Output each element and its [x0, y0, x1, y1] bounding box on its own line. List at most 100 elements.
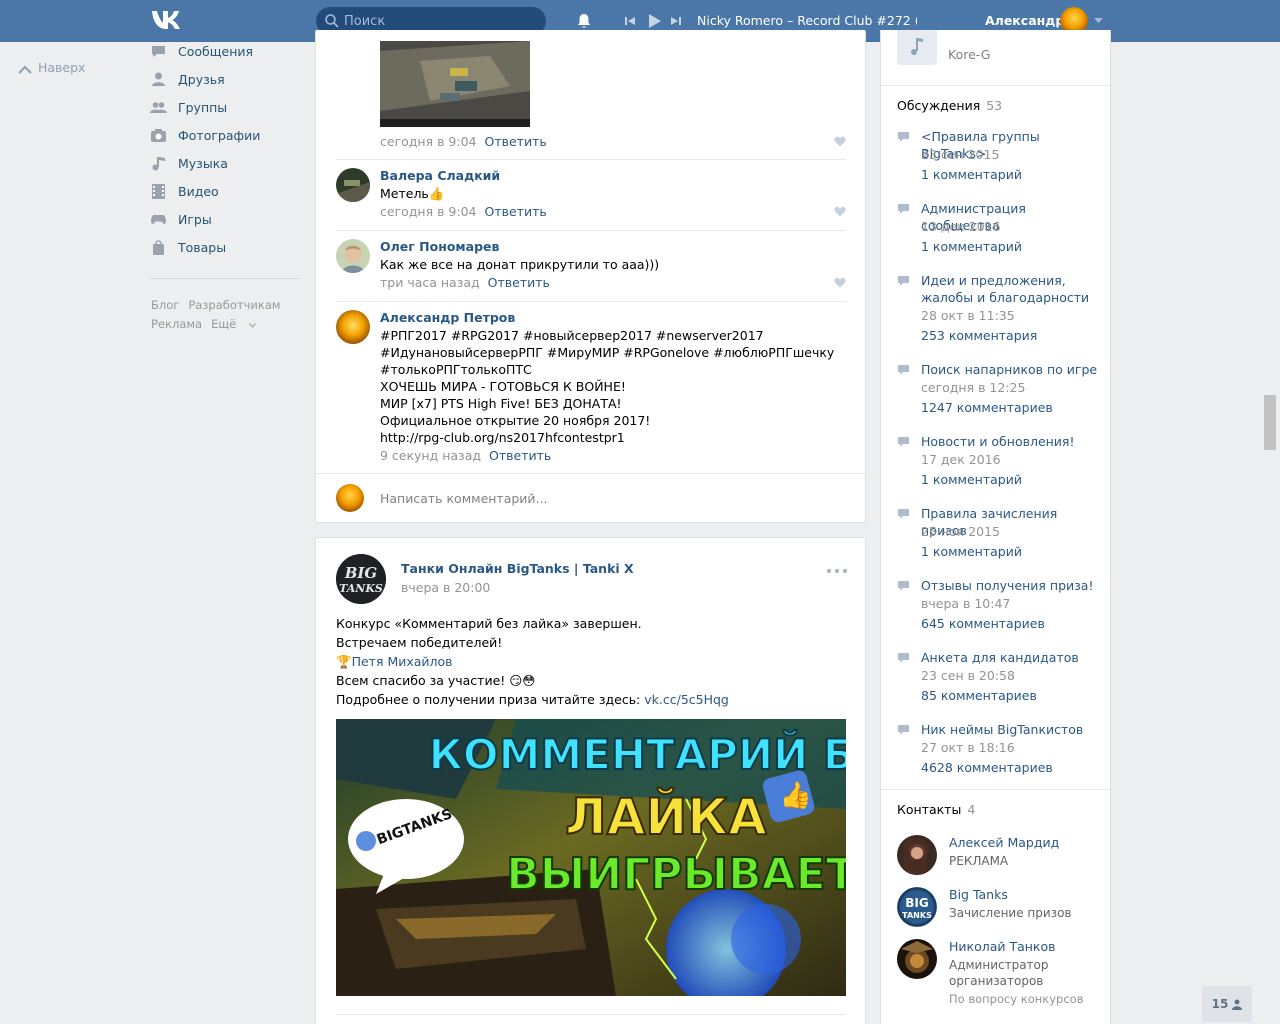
- contact-note: По вопросу конкурсов: [949, 992, 1084, 1006]
- reply-link[interactable]: Ответить: [488, 275, 550, 290]
- contacts-header[interactable]: Контакты 4: [897, 802, 975, 817]
- contact-name[interactable]: Николай Танков: [949, 939, 1056, 954]
- topic-title: Ник неймы BigTanкистов: [921, 722, 1084, 737]
- commenter-avatar[interactable]: [336, 239, 370, 273]
- left-navigation: Сообщения Друзья Группы Фотографии Музык…: [150, 40, 300, 261]
- discussion-topic[interactable]: Идеи и предложения, жалобы и благодарнос…: [897, 272, 1097, 350]
- discussion-topic[interactable]: Отзывы получения приза! вчера в 10:47 64…: [897, 577, 1097, 637]
- nav-item-groups[interactable]: Группы: [150, 93, 300, 121]
- reply-link[interactable]: Ответить: [485, 134, 547, 149]
- reply-link[interactable]: Ответить: [485, 204, 547, 219]
- post-author[interactable]: Танки Онлайн BigTanks | Tanki X: [401, 561, 634, 576]
- my-avatar: [336, 484, 364, 512]
- nav-item-video[interactable]: Видео: [150, 177, 300, 205]
- post-winner-line: 🏆Петя Михайлов: [336, 652, 846, 671]
- nav-item-photos[interactable]: Фотографии: [150, 121, 300, 149]
- like-heart-icon[interactable]: [834, 136, 846, 147]
- discussion-bubble-icon: [898, 365, 909, 375]
- trophy-icon: 🏆: [336, 654, 352, 669]
- post-time[interactable]: вчера в 20:00: [401, 580, 490, 595]
- discussion-topic[interactable]: Анкета для кандидатов 23 сен в 20:58 85 …: [897, 649, 1097, 709]
- more-options-icon[interactable]: [826, 568, 848, 574]
- discussion-topic[interactable]: <Правила группы BigTanks> 23 сен 2015 1 …: [897, 128, 1097, 188]
- audio-item[interactable]: Kore-G: [897, 30, 1097, 70]
- comment-meta: 9 секунд назад Ответить: [380, 448, 551, 463]
- comment-separator: [336, 301, 846, 302]
- comment-item: Олег Пономарев Как же все на донат прикр…: [336, 239, 846, 299]
- comment-input[interactable]: Написать комментарий...: [380, 491, 547, 506]
- vk-logo[interactable]: [150, 9, 186, 33]
- contact-avatar[interactable]: [897, 835, 937, 875]
- nav-item-goods[interactable]: Товары: [150, 233, 300, 261]
- more-link[interactable]: Ещё: [211, 317, 256, 331]
- post-line: Подробнее о получении приза читайте здес…: [336, 690, 846, 709]
- discussion-topic[interactable]: Правила зачисления призов 25 ноя 2015 1 …: [897, 505, 1097, 565]
- shopping-bag-icon: [153, 239, 164, 255]
- nav-item-games[interactable]: Игры: [150, 205, 300, 233]
- topic-title: Идеи и предложения, жалобы и благодарнос…: [921, 273, 1090, 305]
- post-link[interactable]: vk.cc/5c5Hqg: [644, 692, 729, 707]
- page-scrollbar-thumb[interactable]: [1264, 395, 1276, 450]
- chevron-down-icon[interactable]: [1094, 18, 1103, 24]
- group-avatar-text: TANKS: [339, 582, 383, 595]
- online-friends-badge[interactable]: 15: [1202, 986, 1252, 1022]
- back-to-top-link[interactable]: Наверх: [18, 60, 85, 75]
- comment-line: #ИдунановыйсерверРПГ #МируМИР #RPGonelov…: [380, 345, 835, 360]
- commenter-name[interactable]: Валера Сладкий: [380, 168, 500, 183]
- group-avatar[interactable]: BIG TANKS: [336, 554, 386, 604]
- nav-divider: [151, 278, 300, 279]
- commenter-name[interactable]: Олег Пономарев: [380, 239, 499, 254]
- developers-link[interactable]: Разработчикам: [188, 298, 280, 312]
- comment-text: Метель👍: [380, 186, 445, 201]
- notifications-bell-icon[interactable]: [575, 12, 593, 30]
- nav-item-friends[interactable]: Друзья: [150, 65, 300, 93]
- comment-line: Официальное открытие 20 ноября 2017!: [380, 413, 651, 428]
- contact-item[interactable]: Алексей Мардид РЕКЛАМА: [897, 835, 1107, 877]
- comment-time: три часа назад: [380, 275, 480, 290]
- contact-avatar[interactable]: BIG TANKS: [897, 887, 937, 927]
- discussion-topic[interactable]: Новости и обновления! 17 дек 2016 1 комм…: [897, 433, 1097, 493]
- comment-time: 9 секунд назад: [380, 448, 482, 463]
- comment-time: сегодня в 9:04: [380, 134, 477, 149]
- commenter-avatar[interactable]: [336, 168, 370, 202]
- discussions-header[interactable]: Обсуждения 53: [897, 98, 1002, 113]
- discussion-topic[interactable]: Администрация сообщества 13 дек 2016 1 к…: [897, 200, 1097, 260]
- game-screenshot-picture: [380, 41, 530, 127]
- reply-link[interactable]: Ответить: [489, 448, 551, 463]
- now-playing-title[interactable]: Nicky Romero – Record Club #272 (...: [697, 13, 917, 28]
- contact-avatar[interactable]: [897, 939, 937, 979]
- comment-line: МИР [x7] PTS High Five! БЕЗ ДОНАТА!: [380, 396, 622, 411]
- post-image[interactable]: BIGTANKS 👍 КОММЕНТАРИЙ БЕЗ ЛАЙКА ВЫИГРЫВ…: [336, 719, 846, 996]
- right-sidebar: Kore-G Обсуждения 53 <Правила группы BigT…: [880, 30, 1111, 1024]
- person-icon: [1232, 999, 1243, 1010]
- topic-comment-count: 253 комментария: [921, 328, 1038, 343]
- ads-link[interactable]: Реклама: [151, 317, 202, 331]
- post-line: Конкурс «Комментарий без лайка» завершен…: [336, 616, 642, 631]
- topic-date: 23 сен в 20:58: [921, 668, 1015, 683]
- winner-link[interactable]: Петя Михайлов: [352, 654, 453, 669]
- comment-text: Как же все на донат прикрутили то ааа))): [380, 257, 660, 272]
- like-heart-icon[interactable]: [834, 277, 846, 288]
- comment-screenshot-image[interactable]: [380, 41, 530, 127]
- comment-link[interactable]: http://rpg-club.org/ns2017hfcontestpr1: [380, 429, 834, 446]
- nav-item-music[interactable]: Музыка: [150, 149, 300, 177]
- sidebar-separator: [881, 85, 1110, 86]
- discussion-topic[interactable]: Ник неймы BigTanкистов 27 окт в 18:16 46…: [897, 721, 1097, 781]
- prev-track-icon[interactable]: [622, 13, 638, 29]
- blog-link[interactable]: Блог: [151, 298, 179, 312]
- nav-item-messages[interactable]: Сообщения: [150, 37, 300, 65]
- topic-title: Новости и обновления!: [921, 434, 1075, 449]
- like-heart-icon[interactable]: [834, 206, 846, 217]
- comment-time: сегодня в 9:04: [380, 204, 477, 219]
- contact-name[interactable]: Алексей Мардид: [949, 835, 1059, 850]
- play-icon[interactable]: [645, 12, 663, 30]
- contacts-title: Контакты: [897, 802, 962, 817]
- next-track-icon[interactable]: [668, 13, 684, 29]
- discussion-topic[interactable]: Поиск напарников по игре сегодня в 12:25…: [897, 361, 1097, 421]
- contact-item[interactable]: BIG TANKS Big Tanks Зачисление призов: [897, 887, 1107, 929]
- contact-name[interactable]: Big Tanks: [949, 887, 1008, 902]
- commenter-name[interactable]: Александр Петров: [380, 310, 515, 325]
- user-name[interactable]: Александр: [985, 13, 1064, 28]
- commenter-avatar[interactable]: [336, 310, 370, 344]
- contact-item[interactable]: Николай Танков Администратор организатор…: [897, 939, 1107, 1014]
